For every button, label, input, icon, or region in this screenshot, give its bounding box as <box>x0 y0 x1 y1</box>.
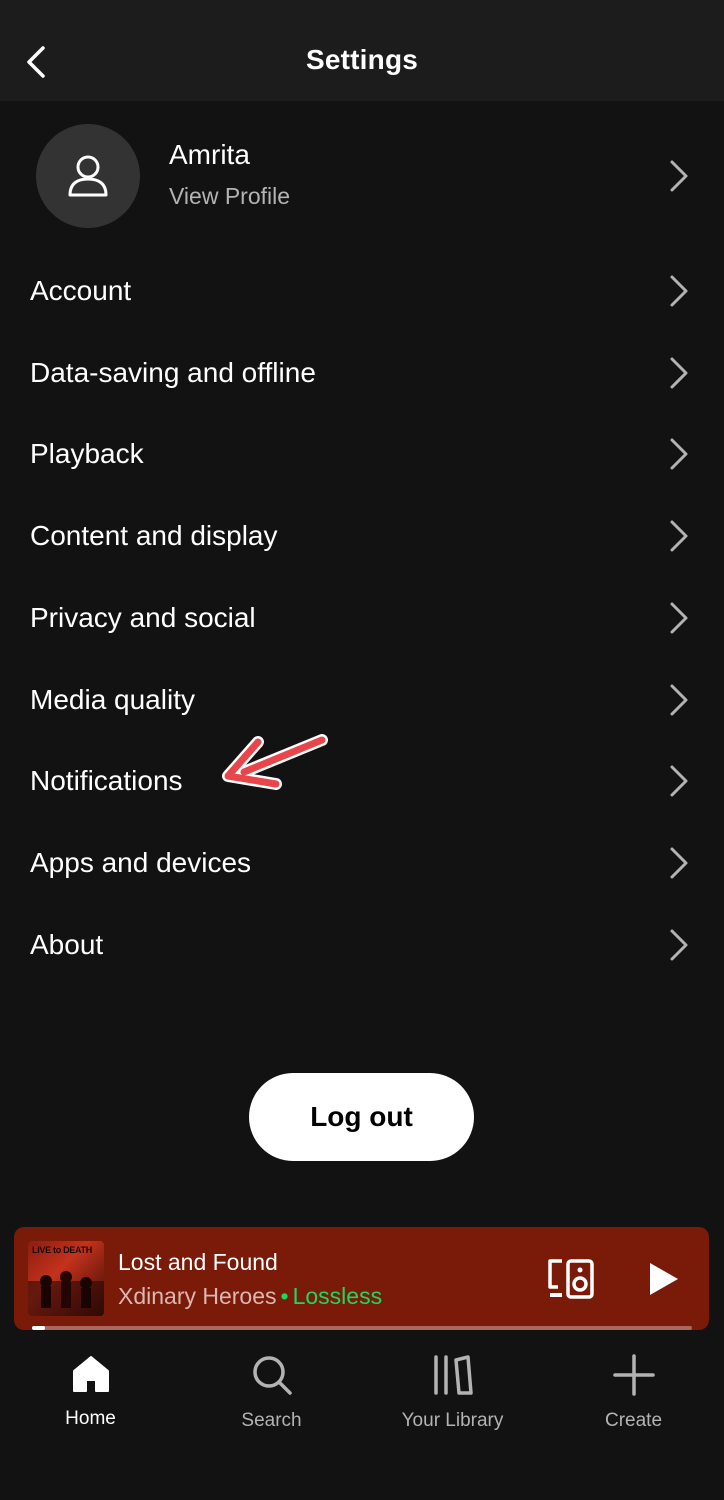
library-icon <box>433 1355 473 1395</box>
chevron-right-icon <box>670 765 688 797</box>
tab-home[interactable]: Home <box>0 1354 181 1444</box>
menu-item-label: Apps and devices <box>30 847 252 879</box>
avatar <box>36 124 140 228</box>
menu-item-notifications[interactable]: Notifications <box>0 741 724 823</box>
menu-item-about[interactable]: About <box>0 904 724 986</box>
menu-item-apps-and-devices[interactable]: Apps and devices <box>0 822 724 904</box>
annotation-arrow-icon <box>222 734 328 790</box>
chevron-right-icon <box>670 357 688 389</box>
chevron-right-icon <box>670 929 688 961</box>
view-profile-label: View Profile <box>169 183 291 209</box>
profile-name: Amrita <box>169 139 250 170</box>
search-icon <box>252 1356 292 1395</box>
quality-badge: Lossless <box>292 1283 383 1309</box>
chevron-right-icon <box>670 275 688 307</box>
tab-search-label: Search <box>241 1410 302 1431</box>
page-title: Settings <box>305 44 419 75</box>
play-icon <box>650 1263 678 1295</box>
chevron-right-icon <box>670 847 688 879</box>
track-artist: Xdinary Heroes <box>118 1283 277 1309</box>
connect-device-button[interactable] <box>546 1257 596 1301</box>
menu-item-playback[interactable]: Playback <box>0 414 724 496</box>
playback-progress[interactable] <box>32 1326 692 1330</box>
menu-item-account[interactable]: Account <box>0 250 724 332</box>
playback-progress-fill <box>32 1326 46 1330</box>
menu-item-label: Data-saving and offline <box>30 356 316 388</box>
menu-item-label: About <box>30 928 104 960</box>
logout-button[interactable]: Log out <box>249 1073 474 1161</box>
now-playing-bar[interactable]: LIVE to DEATH Lost and Found Xdinary Her… <box>14 1227 709 1330</box>
track-title: Lost and Found <box>118 1249 278 1275</box>
settings-menu: Account Data-saving and offline Playback Co… <box>0 250 724 986</box>
tab-create[interactable]: Create <box>543 1354 724 1444</box>
menu-item-privacy-and-social[interactable]: Privacy and social <box>0 577 724 659</box>
tab-your-library-label: Your Library <box>401 1410 504 1431</box>
devices-icon <box>548 1259 594 1299</box>
chevron-right-icon <box>670 684 688 716</box>
settings-header: Settings <box>0 0 724 101</box>
tab-search[interactable]: Search <box>181 1354 362 1444</box>
home-icon <box>72 1356 109 1392</box>
menu-item-label: Notifications <box>30 765 183 797</box>
tab-home-label: Home <box>65 1408 116 1429</box>
menu-item-label: Privacy and social <box>30 601 256 633</box>
profile-row[interactable]: Amrita View Profile <box>0 120 724 232</box>
menu-item-label: Account <box>30 274 132 306</box>
tab-create-label: Create <box>604 1410 663 1431</box>
chevron-right-icon <box>670 160 688 192</box>
menu-item-label: Media quality <box>30 683 195 715</box>
plus-icon <box>612 1354 655 1396</box>
tab-your-library[interactable]: Your Library <box>362 1354 543 1444</box>
play-button[interactable] <box>644 1257 684 1301</box>
album-art-figures-icon <box>28 1271 104 1316</box>
menu-item-media-quality[interactable]: Media quality <box>0 659 724 741</box>
chevron-right-icon <box>670 520 688 552</box>
menu-item-data-saving-and-offline[interactable]: Data-saving and offline <box>0 332 724 414</box>
menu-item-label: Content and display <box>30 520 278 552</box>
menu-item-label: Playback <box>30 438 144 470</box>
bottom-tab-bar: Home Search Your Library Create <box>0 1340 724 1500</box>
track-subtitle: Xdinary Heroes • Lossless <box>118 1283 382 1310</box>
chevron-right-icon <box>670 602 688 634</box>
chevron-right-icon <box>670 438 688 470</box>
separator-dot: • <box>280 1283 289 1309</box>
album-art: LIVE to DEATH <box>28 1241 104 1316</box>
menu-item-content-and-display[interactable]: Content and display <box>0 495 724 577</box>
user-icon <box>68 155 108 197</box>
